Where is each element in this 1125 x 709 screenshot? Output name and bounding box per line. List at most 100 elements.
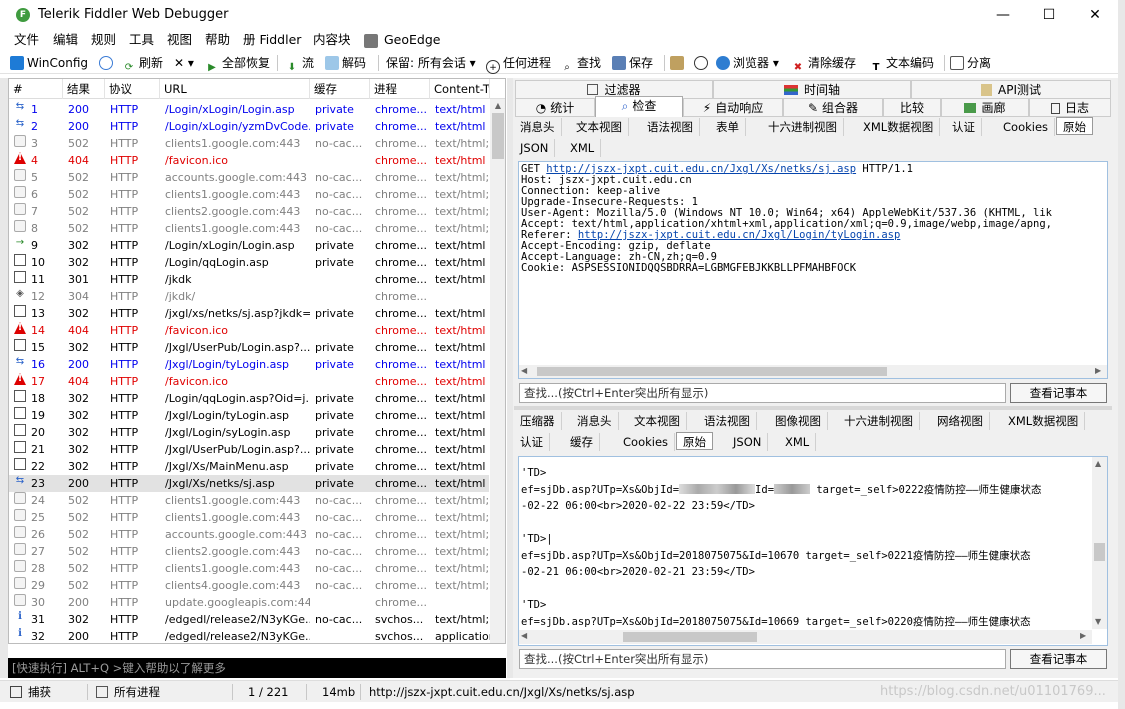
req-tab-raw[interactable]: 原始	[1056, 117, 1093, 135]
menu-file[interactable]: 文件	[14, 32, 39, 48]
text-encode-button[interactable]: T 文本编码	[869, 54, 934, 73]
resume-all-button[interactable]: ▶ 全部恢复	[205, 54, 270, 73]
table-row[interactable]: 20 302 HTTP/Jxgl/Login/syLogin.asp private c…	[9, 424, 489, 441]
resp-tab-auth[interactable]: 认证	[514, 433, 550, 451]
timer-button[interactable]	[694, 54, 711, 72]
request-response-splitter[interactable]	[514, 406, 1112, 410]
resp-tab-imageview[interactable]: 图像视图	[769, 412, 828, 430]
resp-tab-transformer[interactable]: 压缩器	[514, 412, 562, 430]
req-tab-json[interactable]: JSON	[514, 139, 556, 157]
request-find-input[interactable]: 查找...(按Ctrl+Enter突出所有显示)	[519, 383, 1006, 403]
menu-view[interactable]: 视图	[167, 32, 192, 48]
resp-tab-caching[interactable]: 缓存	[564, 433, 600, 451]
menu-tools[interactable]: 工具	[129, 32, 154, 48]
winconfig-button[interactable]: WinConfig	[10, 54, 88, 72]
scrollbar-thumb[interactable]	[492, 113, 504, 159]
req-tab-webforms[interactable]: 表单	[710, 118, 746, 136]
scroll-left-icon[interactable]: ◀	[521, 366, 527, 375]
capture-toggle[interactable]: 捕获	[10, 684, 51, 700]
table-row[interactable]: 13 302 HTTP/jxgl/xs/netks/sj.asp?jkdk=Y pri…	[9, 305, 489, 322]
clear-cache-button[interactable]: ✖ 清除缓存	[791, 54, 856, 73]
scroll-right-icon[interactable]: ▶	[1095, 366, 1101, 375]
col-header-process[interactable]: 进程	[370, 79, 430, 99]
tab-log[interactable]: 日志	[1029, 98, 1111, 117]
hscroll-thumb[interactable]	[537, 367, 887, 376]
table-row[interactable]: 28 502 HTTP clients1.google.com:443 no-cac..…	[9, 560, 491, 577]
table-row[interactable]: 18 302 HTTP/Login/qqLogin.asp?Oid=j... priv…	[9, 390, 489, 407]
tab-gallery[interactable]: 画廊	[941, 98, 1029, 117]
find-button[interactable]: ⌕ 查找	[560, 54, 601, 73]
response-vscrollbar[interactable]: ▲ ▼	[1092, 457, 1107, 629]
table-row[interactable]: 22 302 HTTP/Jxgl/Xs/MainMenu.asp private chr…	[9, 458, 489, 475]
table-row[interactable]: 6 502 HTTP clients1.google.com:443 no-cac...…	[9, 186, 491, 203]
request-hscrollbar[interactable]: ◀ ▶	[519, 365, 1107, 378]
response-hscrollbar[interactable]: ◀ ▶	[519, 630, 1092, 644]
menu-fiddler[interactable]: 册 Fiddler	[243, 32, 301, 48]
table-row[interactable]: 10 302 HTTP/Login/qqLogin.asp private chrome…	[9, 254, 489, 271]
tab-timeline[interactable]: 时间轴	[713, 80, 911, 99]
table-row[interactable]: 11 301 HTTP/jkdk chrome... text/html	[9, 271, 489, 288]
col-header-content-type[interactable]: Content-Ty	[430, 79, 490, 99]
response-notepad-button[interactable]: 查看记事本	[1010, 649, 1107, 669]
close-button[interactable]: ✕	[1072, 0, 1118, 30]
menu-edit[interactable]: 编辑	[53, 32, 78, 48]
col-header-url[interactable]: URL	[160, 79, 310, 99]
tab-compare[interactable]: 比较	[883, 98, 941, 117]
resp-tab-xmlview[interactable]: XML数据视图	[1002, 412, 1086, 430]
any-process-button[interactable]: + 任何进程	[486, 54, 551, 74]
scroll-right-icon[interactable]: ▶	[1080, 631, 1086, 640]
resp-tab-textview[interactable]: 文本视图	[628, 412, 687, 430]
request-raw-view[interactable]: GET http://jszx-jxpt.cuit.edu.cn/Jxgl/Xs…	[518, 161, 1108, 379]
table-row[interactable]: 21 302 HTTP/Jxgl/UserPub/Login.asp?... priv…	[9, 441, 489, 458]
save-button[interactable]: 保存	[612, 54, 653, 72]
table-row[interactable]: 24 502 HTTP clients1.google.com:443 no-cac..…	[9, 492, 491, 509]
req-tab-auth[interactable]: 认证	[946, 118, 982, 136]
table-row[interactable]: → 9 302 HTTP/Login/xLogin/Login.asp private c…	[9, 237, 489, 254]
resp-tab-json[interactable]: JSON	[727, 433, 769, 451]
tab-statistics[interactable]: ◔ 统计	[515, 98, 595, 117]
scroll-left-icon[interactable]: ◀	[521, 631, 527, 640]
response-find-input[interactable]: 查找...(按Ctrl+Enter突出所有显示)	[519, 649, 1006, 669]
request-notepad-button[interactable]: 查看记事本	[1010, 383, 1107, 403]
response-raw-view[interactable]: 'TD> ef=sjDb.asp?UTp=Xs&ObjId= Id= target…	[518, 456, 1108, 646]
scroll-up-icon[interactable]: ▲	[1095, 459, 1101, 468]
table-row[interactable]: ⇆ 2 200 HTTP/Login/xLogin/yzmDvCode... priva…	[9, 118, 489, 135]
comment-button[interactable]	[99, 54, 116, 72]
stream-button[interactable]: ⬇ 流	[285, 54, 314, 73]
table-row[interactable]: ◈ 12 304 HTTP/jkdk/chrome...	[9, 288, 489, 305]
resp-tab-cookies[interactable]: Cookies	[617, 433, 676, 451]
table-row[interactable]: i 32 200 HTTP/edgedl/release2/N3yKGe... svch…	[9, 628, 491, 643]
resp-tab-xml[interactable]: XML	[779, 433, 817, 451]
menu-rules[interactable]: 规则	[91, 32, 116, 48]
req-tab-syntaxview[interactable]: 语法视图	[641, 118, 700, 136]
resp-tab-syntaxview[interactable]: 语法视图	[698, 412, 757, 430]
menu-help[interactable]: 帮助	[205, 32, 230, 48]
col-header-protocol[interactable]: 协议	[105, 79, 160, 99]
col-header-result[interactable]: 结果	[63, 79, 105, 99]
resp-tab-headers[interactable]: 消息头	[571, 412, 619, 430]
table-row[interactable]: ⇆ 16 200 HTTP/Jxgl/Login/tyLogin.asp private…	[9, 356, 489, 373]
table-row[interactable]: ! 17 404 HTTP/favicon.ico chrome... text/html	[9, 373, 489, 390]
table-row[interactable]: 25 502 HTTP clients1.google.com:443 no-cac..…	[9, 509, 491, 526]
menu-geoedge[interactable]: GeoEdge	[384, 32, 440, 48]
req-tab-xmlview[interactable]: XML数据视图	[857, 118, 941, 136]
table-row[interactable]: 15 302 HTTP/Jxgl/UserPub/Login.asp?... priv…	[9, 339, 489, 356]
screenshot-button[interactable]	[670, 54, 687, 72]
req-tab-xml[interactable]: XML	[564, 139, 602, 157]
tab-autoresponder[interactable]: ⚡ 自动响应	[683, 98, 783, 117]
tab-composer[interactable]: ✎ 组合器	[783, 98, 883, 117]
session-list-scrollbar[interactable]: ▲	[490, 99, 505, 643]
col-header-cache[interactable]: 缓存	[310, 79, 370, 99]
keep-sessions-dropdown[interactable]: 保留: 所有会话 ▾	[386, 54, 476, 72]
detach-button[interactable]: 分离	[950, 54, 991, 72]
maximize-button[interactable]: ☐	[1026, 0, 1072, 30]
tab-api-test[interactable]: API测试	[911, 80, 1111, 99]
table-row[interactable]: ⇆ 1 200 HTTP/Login/xLogin/Login.asp private c…	[9, 101, 489, 118]
menu-content-blocks[interactable]: 内容块	[313, 32, 351, 48]
process-filter[interactable]: 所有进程	[96, 684, 160, 700]
req-tab-cookies[interactable]: Cookies	[997, 118, 1056, 136]
table-row[interactable]: 26 502 HTTP accounts.google.com:443 no-cac..…	[9, 526, 491, 543]
decode-button[interactable]: 解码	[325, 54, 366, 72]
session-list[interactable]: # 结果 协议 URL 缓存 进程 Content-Ty ⇆ 1 200 HTTP/L…	[8, 78, 506, 644]
vscroll-thumb[interactable]	[1094, 543, 1105, 561]
